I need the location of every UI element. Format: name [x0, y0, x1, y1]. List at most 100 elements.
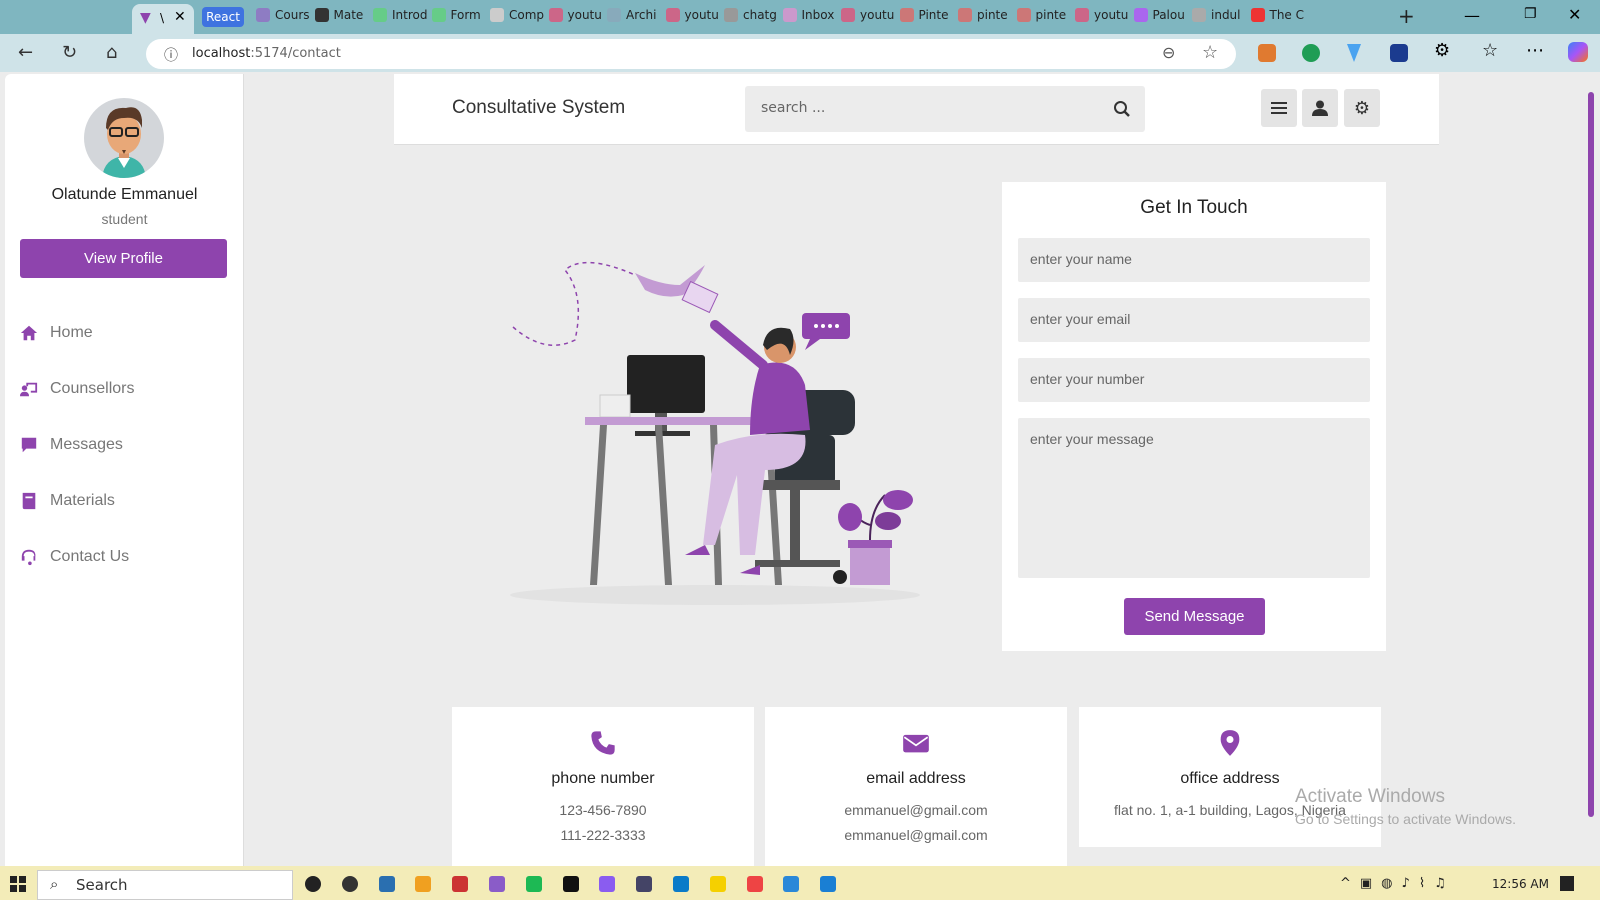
intellij-icon[interactable] [562, 876, 579, 892]
spotify-icon[interactable] [525, 876, 542, 892]
tab-favicon [1192, 8, 1206, 22]
user-role: student [101, 211, 148, 227]
taskbar-search[interactable]: ⌕ Search [37, 870, 293, 900]
store-icon[interactable] [378, 876, 395, 892]
browser-tab[interactable]: Pinte [899, 8, 956, 22]
browser-tab[interactable]: Mate [314, 8, 371, 22]
browser-tab[interactable]: youtu [841, 8, 897, 22]
sidebar-item-messages[interactable]: Messages [20, 436, 123, 454]
home-browser-icon[interactable]: ⌂ [106, 42, 117, 63]
headset-icon [21, 549, 36, 566]
phone-card: phone number 123-456-7890 111-222-3333 [452, 707, 754, 867]
tab-favicon [490, 8, 504, 22]
phone-icon [591, 731, 615, 755]
extensions-icon[interactable]: ⚙ [1434, 40, 1450, 61]
copilot-icon[interactable] [1568, 42, 1588, 62]
tab-group-react[interactable]: React [202, 7, 244, 27]
browser-tab[interactable]: youtu [1075, 8, 1131, 22]
tab-title: youtu [567, 8, 602, 22]
refresh-icon[interactable]: ↻ [62, 42, 77, 63]
scrollbar[interactable] [1588, 92, 1594, 817]
sidebar-item-counsellors[interactable]: Counsellors [20, 380, 134, 398]
browser-tab[interactable]: The C [1250, 8, 1307, 22]
number-input[interactable]: enter your number [1018, 358, 1370, 402]
browser-tab[interactable]: chatg [724, 8, 780, 22]
tab-favicon [841, 8, 855, 22]
view-profile-button[interactable]: View Profile [20, 239, 227, 278]
email-input[interactable]: enter your email [1018, 298, 1370, 342]
vscode-icon[interactable] [820, 876, 837, 892]
browser-tab[interactable]: pinte [958, 8, 1014, 22]
task-view-icon[interactable] [341, 876, 358, 892]
browser-tab[interactable]: Palou [1133, 8, 1190, 22]
favorite-star-icon[interactable]: ☆ [1202, 42, 1218, 63]
file-explorer-icon[interactable] [415, 876, 432, 892]
visual-studio-icon[interactable] [489, 876, 505, 892]
tab-title: Inbox [801, 8, 835, 22]
activate-windows-subtitle: Go to Settings to activate Windows. [1295, 811, 1516, 827]
browser-tab[interactable]: Introd [373, 8, 429, 22]
browser-tab[interactable]: Cours [256, 8, 312, 22]
extension-rainbow-icon[interactable] [1390, 44, 1408, 62]
extension-w-icon[interactable] [1302, 44, 1320, 62]
name-input[interactable]: enter your name [1018, 238, 1370, 282]
tab-title: Palou [1152, 8, 1185, 22]
system-tray-icons[interactable]: ^▣◍♪⌇♫ [1340, 876, 1455, 891]
tab-favicon [1250, 8, 1265, 22]
chrome-icon[interactable] [452, 876, 469, 892]
windows-start-icon[interactable] [10, 876, 26, 892]
menu-button[interactable] [1261, 89, 1297, 127]
brave-icon[interactable] [746, 876, 763, 892]
settings-button[interactable]: ⚙ [1344, 89, 1380, 127]
tab-title: \ [160, 11, 165, 25]
sidebar-item-label: Materials [50, 492, 115, 509]
tab-favicon [256, 8, 270, 22]
tab-title: The C [1269, 8, 1305, 22]
sidebar-item-materials[interactable]: Materials [20, 492, 115, 510]
tab-title: Pinte [918, 8, 949, 22]
app-icon[interactable] [636, 876, 653, 892]
envelope-icon [903, 734, 929, 753]
url-field[interactable]: ⓘ localhost:5174/contact ⊖ ☆ [146, 39, 1236, 69]
new-tab-button[interactable]: + [1398, 4, 1415, 28]
browser-tab[interactable]: indul [1192, 8, 1248, 22]
send-message-button[interactable]: Send Message [1124, 598, 1265, 635]
tab-title: pinte [977, 8, 1008, 22]
user-button[interactable] [1302, 89, 1338, 127]
user-icon [1312, 100, 1328, 116]
browser-tab[interactable]: Form [431, 8, 488, 22]
tab-favicon [958, 8, 972, 22]
search-icon[interactable] [1113, 100, 1131, 118]
zoom-out-icon[interactable]: ⊖ [1162, 43, 1175, 62]
sidebar-item-contact-us[interactable]: Contact Us [20, 548, 129, 566]
edge-icon[interactable] [673, 876, 689, 892]
notifications-icon[interactable] [1560, 876, 1574, 891]
sidebar-item-home[interactable]: Home [20, 324, 93, 342]
form-title: Get In Touch [1140, 197, 1248, 218]
sidebar-item-label: Counsellors [50, 380, 135, 397]
snapchat-icon[interactable] [709, 876, 726, 892]
message-textarea[interactable]: enter your message [1018, 418, 1370, 578]
browser-tab[interactable]: Comp [490, 8, 546, 22]
close-tab-icon[interactable]: ✕ [174, 9, 186, 25]
active-tab[interactable]: ▼ \ ✕ [132, 4, 194, 34]
browser-tab[interactable]: youtu [665, 8, 722, 22]
app-icon[interactable] [599, 876, 616, 892]
restore-button[interactable]: ❐ [1524, 6, 1537, 22]
browser-tab[interactable]: Inbox [782, 8, 839, 22]
favorites-icon[interactable]: ☆ [1482, 40, 1498, 61]
browser-tab[interactable]: youtu [548, 8, 605, 22]
minimize-button[interactable]: — [1464, 6, 1480, 25]
info-icon: ⓘ [164, 48, 178, 64]
card-title: phone number [551, 770, 655, 787]
close-window-button[interactable]: ✕ [1568, 5, 1581, 24]
photos-icon[interactable] [783, 876, 800, 892]
metamask-extension-icon[interactable] [1258, 44, 1276, 62]
browser-tab[interactable]: Archi [607, 8, 663, 22]
cortana-icon[interactable] [305, 876, 321, 892]
search-input[interactable]: search ... [745, 86, 1145, 132]
more-menu-icon[interactable]: ⋯ [1526, 40, 1544, 61]
back-icon[interactable]: ← [18, 42, 33, 63]
tab-title: youtu [1094, 8, 1129, 22]
browser-tab[interactable]: pinte [1016, 8, 1073, 22]
